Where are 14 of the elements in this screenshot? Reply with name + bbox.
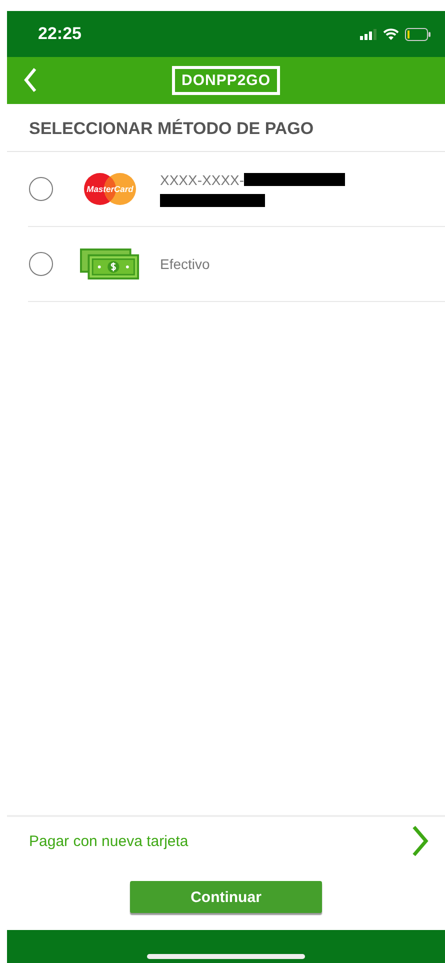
app-logo: DONPP2GO xyxy=(172,66,280,95)
back-button[interactable] xyxy=(23,67,37,93)
wifi-icon xyxy=(383,28,399,40)
radio-button[interactable] xyxy=(29,177,53,201)
card-number: XXXX-XXXX- xyxy=(160,172,244,188)
battery-icon xyxy=(405,28,431,40)
signal-icon xyxy=(360,28,377,40)
radio-button[interactable] xyxy=(29,252,53,276)
status-time: 22:25 xyxy=(38,24,82,44)
chevron-right-icon xyxy=(411,825,429,857)
continue-button[interactable]: Continuar xyxy=(130,881,322,913)
page-title: SELECCIONAR MÉTODO DE PAGO xyxy=(7,104,445,152)
payment-method-label: Efectivo xyxy=(160,256,210,272)
banknotes-icon xyxy=(80,248,140,280)
